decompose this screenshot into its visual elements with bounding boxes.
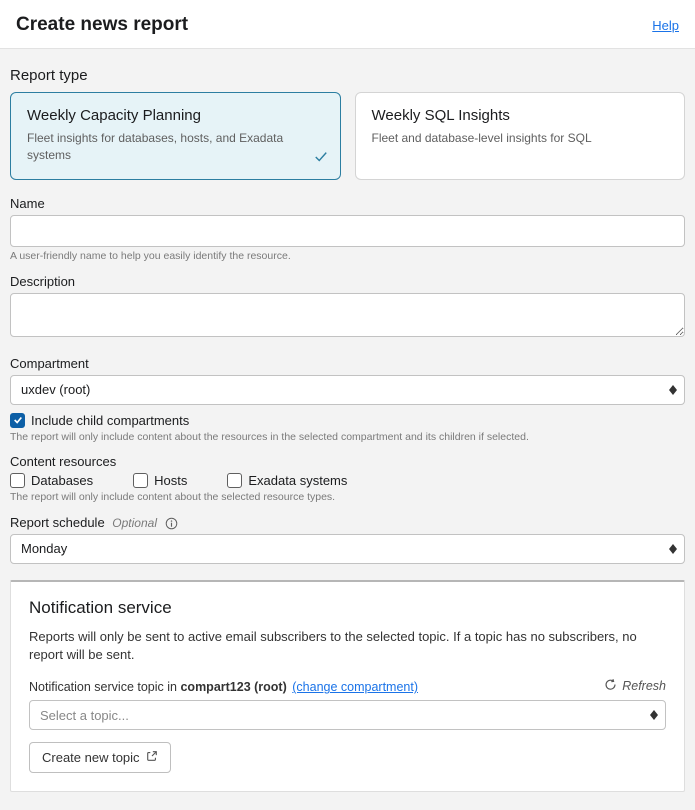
card-desc: Fleet insights for databases, hosts, and… [27, 130, 324, 164]
change-compartment-link[interactable]: (change compartment) [292, 680, 418, 694]
refresh-button[interactable]: Refresh [604, 678, 666, 694]
topic-label-line: Notification service topic in compart123… [29, 680, 418, 694]
hosts-checkbox[interactable] [133, 473, 148, 488]
topic-label: Notification service topic [29, 680, 164, 694]
schedule-label-row: Report schedule Optional [10, 515, 685, 530]
refresh-label: Refresh [622, 679, 666, 693]
report-type-label: Report type [10, 67, 685, 84]
databases-label: Databases [31, 473, 93, 488]
schedule-label: Report schedule [10, 515, 105, 530]
compartment-hint: The report will only include content abo… [10, 431, 685, 445]
exadata-checkbox[interactable] [227, 473, 242, 488]
page-title: Create news report [16, 14, 188, 36]
name-input[interactable] [10, 215, 685, 247]
report-type-card-sql[interactable]: Weekly SQL Insights Fleet and database-l… [355, 92, 686, 180]
info-icon[interactable] [165, 517, 178, 530]
content-resources-hint: The report will only include content abo… [10, 491, 685, 505]
card-title: Weekly SQL Insights [372, 107, 669, 124]
optional-tag: Optional [112, 516, 157, 530]
topic-compartment: compart123 (root) [180, 680, 286, 694]
check-icon [314, 150, 328, 169]
notification-desc: Reports will only be sent to active emai… [29, 628, 666, 664]
description-label: Description [10, 274, 685, 289]
report-type-card-capacity[interactable]: Weekly Capacity Planning Fleet insights … [10, 92, 341, 180]
description-input[interactable] [10, 293, 685, 337]
notification-panel: Notification service Reports will only b… [10, 580, 685, 792]
compartment-label: Compartment [10, 356, 685, 371]
notification-title: Notification service [29, 598, 666, 618]
card-title: Weekly Capacity Planning [27, 107, 324, 124]
compartment-select[interactable]: uxdev (root) [10, 375, 685, 405]
databases-checkbox[interactable] [10, 473, 25, 488]
include-children-label: Include child compartments [31, 413, 189, 428]
schedule-value: Monday [21, 541, 67, 556]
help-link[interactable]: Help [652, 18, 679, 33]
schedule-select[interactable]: Monday [10, 534, 685, 564]
topic-select[interactable]: Select a topic... [29, 700, 666, 730]
topic-in: in [167, 680, 177, 694]
card-desc: Fleet and database-level insights for SQ… [372, 130, 669, 147]
exadata-label: Exadata systems [248, 473, 347, 488]
updown-icon [650, 710, 658, 720]
topic-value: Select a topic... [40, 708, 129, 723]
content-resources-label: Content resources [10, 454, 685, 469]
name-label: Name [10, 196, 685, 211]
hosts-label: Hosts [154, 473, 187, 488]
include-children-checkbox[interactable] [10, 413, 25, 428]
refresh-icon [604, 678, 617, 694]
updown-icon [669, 385, 677, 395]
compartment-value: uxdev (root) [21, 382, 90, 397]
updown-icon [669, 544, 677, 554]
name-hint: A user-friendly name to help you easily … [10, 250, 685, 264]
